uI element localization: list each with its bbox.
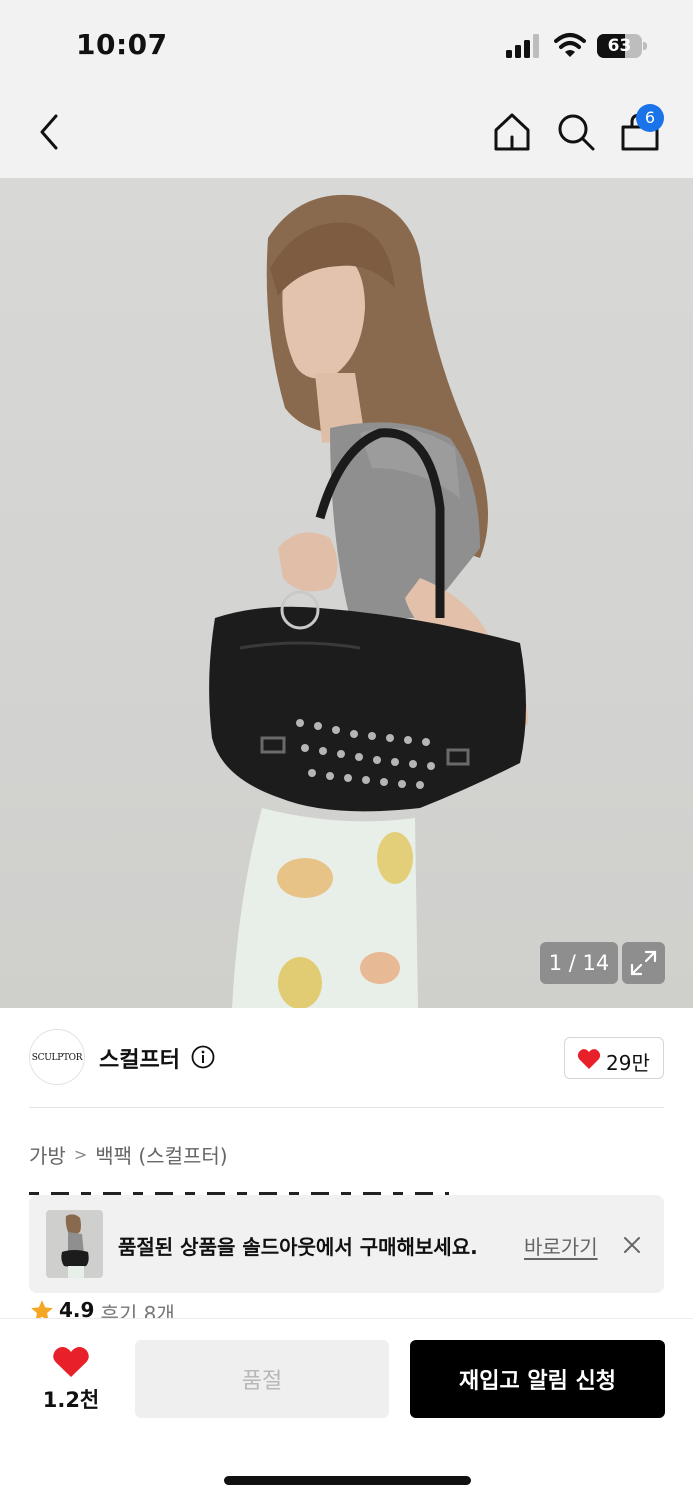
chevron-right-icon: > [73,1145,88,1164]
soldout-banner-link[interactable]: 바로가기 [524,1231,598,1260]
divider [29,1107,664,1108]
product-photo[interactable] [0,178,693,1008]
expand-arrows-icon [630,950,657,976]
heart-icon[interactable] [52,1345,90,1379]
brand-logo[interactable]: SCULPTOR [29,1029,85,1085]
brand-like-count: 29만 [606,1051,650,1075]
soldout-button: 품절 [135,1340,389,1418]
top-nav-bar: 6 [0,88,693,178]
breadcrumb-subcategory[interactable]: 백팩 (스컬프터) [95,1144,227,1168]
heart-icon [577,1049,601,1069]
back-chevron-icon[interactable] [30,110,70,154]
image-counter: 1 / 14 [540,942,618,984]
battery-icon: 63 [597,34,647,58]
model-with-bag-illustration [209,194,529,1008]
soldout-banner-message: 품절된 상품을 솔드아웃에서 구매해보세요. [118,1235,478,1259]
status-bar: 10:07 63 [0,0,693,88]
breadcrumb: 가방 > 백팩 (스컬프터) [29,1140,228,1169]
brand-name[interactable]: 스컬프터 [99,1042,180,1074]
close-icon[interactable] [620,1233,644,1257]
status-time: 10:07 [76,28,168,61]
wifi-icon [554,33,586,57]
fullscreen-button[interactable] [622,942,665,984]
soldout-promo-banner: 품절된 상품을 솔드아웃에서 구매해보세요. 바로가기 [29,1195,664,1293]
wishlist-count: 1.2천 [42,1388,100,1412]
breadcrumb-category[interactable]: 가방 [29,1144,66,1168]
review-count: 후기 8개 [100,1302,175,1320]
home-indicator[interactable] [224,1476,471,1485]
rating-summary[interactable]: 4.9 후기 8개 [29,1298,175,1320]
banner-thumbnail [46,1210,103,1278]
battery-percent: 63 [607,36,632,56]
cart-count-badge: 6 [636,104,664,132]
home-icon[interactable] [490,110,534,154]
search-icon[interactable] [554,110,598,154]
restock-alert-button[interactable]: 재입고 알림 신청 [410,1340,665,1418]
brand-like-button[interactable]: 29만 [564,1037,664,1079]
rating-score: 4.9 [59,1298,95,1320]
star-icon [31,1300,53,1320]
info-icon[interactable] [191,1045,215,1069]
cellular-signal-icon [506,34,539,58]
